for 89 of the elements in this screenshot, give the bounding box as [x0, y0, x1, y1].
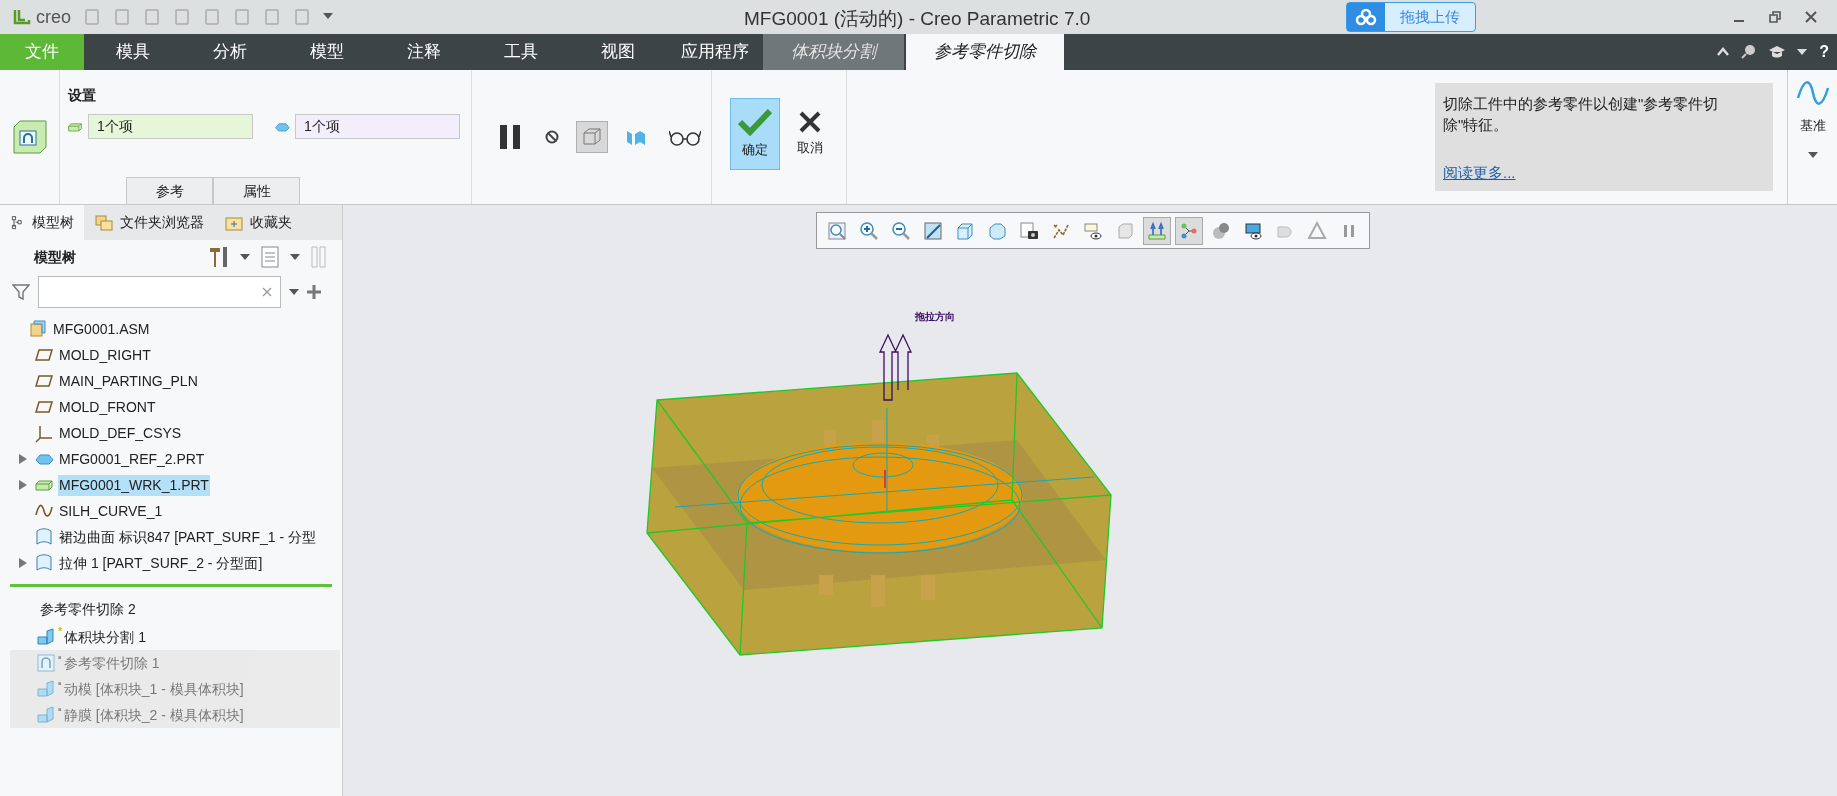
feature-label: 动模 [体积块_1 - 模具体积块] [63, 679, 244, 699]
tree-item[interactable]: MAIN_PARTING_PLN [58, 370, 199, 392]
shape-icon [1115, 220, 1135, 241]
wireframe-cube-icon [581, 126, 603, 148]
feature-row[interactable]: *体积块分割 1 [10, 624, 340, 650]
panel-title: 模型树 [34, 247, 76, 267]
pull-direction-icon [1147, 220, 1167, 241]
tree-item[interactable]: 拉伸 1 [PART_SURF_2 - 分型面] [58, 552, 264, 574]
view-cube-icon [987, 220, 1007, 241]
cancel-button[interactable]: 取消 [788, 98, 832, 170]
surface-icon [34, 527, 54, 547]
dropdown-caret-icon[interactable] [1797, 49, 1808, 55]
direction-label: 拖拉方向 [915, 310, 955, 324]
tree-item[interactable]: MFG0001_WRK_1.PRT [58, 474, 210, 496]
triangle-icon [1307, 220, 1327, 241]
tree-item[interactable]: MOLD_FRONT [58, 396, 157, 418]
camera-icon [1019, 220, 1039, 241]
status-marker: ▪ [58, 676, 62, 690]
pause-icon [497, 124, 523, 150]
cube-icon [28, 319, 48, 339]
collapse-icon[interactable] [1717, 47, 1730, 57]
sidebar-tab[interactable]: 模型树 [0, 205, 84, 240]
checkmark-icon [738, 108, 772, 137]
dropdown-caret-icon[interactable] [289, 289, 299, 295]
tree-item[interactable]: 裙边曲面 标识847 [PART_SURF_1 - 分型 [58, 526, 317, 548]
network-button[interactable] [1175, 216, 1203, 245]
filter-icon[interactable] [12, 283, 30, 301]
status-marker: * [58, 624, 63, 638]
feature-label: 静膜 [体积块_2 - 模具体积块] [63, 705, 244, 725]
dropdown-caret-icon[interactable] [240, 254, 250, 260]
panel-tab[interactable]: 属性 [213, 177, 300, 204]
zoom-window-icon [827, 220, 847, 241]
feature-label: 参考零件切除 1 [63, 653, 160, 673]
expand-arrow-icon[interactable] [19, 558, 27, 568]
panel-tab[interactable]: 参考 [126, 177, 213, 204]
clear-icon[interactable] [262, 287, 272, 297]
no-symbol-icon [545, 130, 559, 144]
sidebar-tab[interactable]: 文件夹浏览器 [84, 205, 214, 240]
graduation-cap-icon[interactable] [1769, 45, 1786, 59]
tree-item[interactable]: MOLD_DEF_CSYS [58, 422, 183, 444]
window-title: MFG0001 (活动的) - Creo Parametric 7.0 [744, 7, 1091, 31]
tools-icon[interactable] [208, 245, 230, 269]
info-text: 切除工件中的参考零件以创建"参考零件切除"特征。 [1443, 94, 1720, 135]
app-logo-icon [12, 7, 32, 27]
zoom-in-icon [859, 220, 879, 241]
search-icon[interactable] [1741, 44, 1758, 60]
tree-item[interactable]: MOLD_RIGHT [58, 344, 152, 366]
menu-tab[interactable]: 参考零件切除 [906, 34, 1064, 70]
group-label: 设置 [68, 86, 97, 105]
cut-icon [36, 653, 56, 673]
menu-tab[interactable]: 体积块分割 [763, 34, 904, 70]
app-logo-text: creo [36, 5, 71, 29]
read-more-link[interactable]: 阅读更多... [1443, 162, 1737, 183]
datum-curve-icon[interactable] [1795, 78, 1830, 108]
collector-field[interactable]: 1个项 [295, 114, 460, 139]
tree-item[interactable]: MFG0001_REF_2.PRT [58, 448, 206, 470]
dropdown-caret-icon[interactable] [290, 254, 300, 260]
ok-button[interactable]: 确定 [730, 98, 780, 170]
insert-indicator: 参考零件切除 2 [39, 600, 137, 619]
monitor-icon [1243, 220, 1263, 241]
surface-icon [34, 553, 54, 573]
tree-item[interactable]: SILH_CURVE_1 [58, 500, 164, 522]
search-field[interactable] [38, 276, 281, 308]
repaint-icon [923, 220, 943, 241]
volume-icon [36, 679, 56, 699]
cube-icon [955, 220, 975, 241]
volume-icon [36, 627, 56, 647]
status-marker: ▪ [58, 702, 62, 716]
sphere-icon [1211, 220, 1231, 241]
pull-direction-button[interactable] [1143, 216, 1171, 245]
folders-icon [94, 212, 114, 233]
expand-arrow-icon[interactable] [19, 454, 27, 464]
sidebar-tab[interactable]: 收藏夹 [214, 205, 302, 240]
axes-icon [34, 423, 54, 443]
cloud-icon [1355, 8, 1377, 26]
visibility-icon [1083, 220, 1103, 241]
add-icon[interactable] [307, 285, 321, 299]
expand-arrow-icon[interactable] [19, 480, 27, 490]
collector-field[interactable]: 1个项 [88, 114, 253, 139]
dropdown-caret-icon[interactable] [1807, 151, 1818, 158]
status-marker: ▪ [58, 650, 62, 664]
feature-label: 体积块分割 1 [64, 627, 146, 647]
group-label: 基准 [1799, 117, 1826, 135]
tree-item[interactable]: MFG0001.ASM [52, 318, 151, 340]
zoom-out-icon [891, 220, 911, 241]
dropdown-caret-icon[interactable] [323, 13, 333, 21]
restore-icon[interactable] [1769, 11, 1781, 23]
help-button[interactable]: ? [1819, 40, 1829, 64]
volume-icon [36, 705, 56, 725]
